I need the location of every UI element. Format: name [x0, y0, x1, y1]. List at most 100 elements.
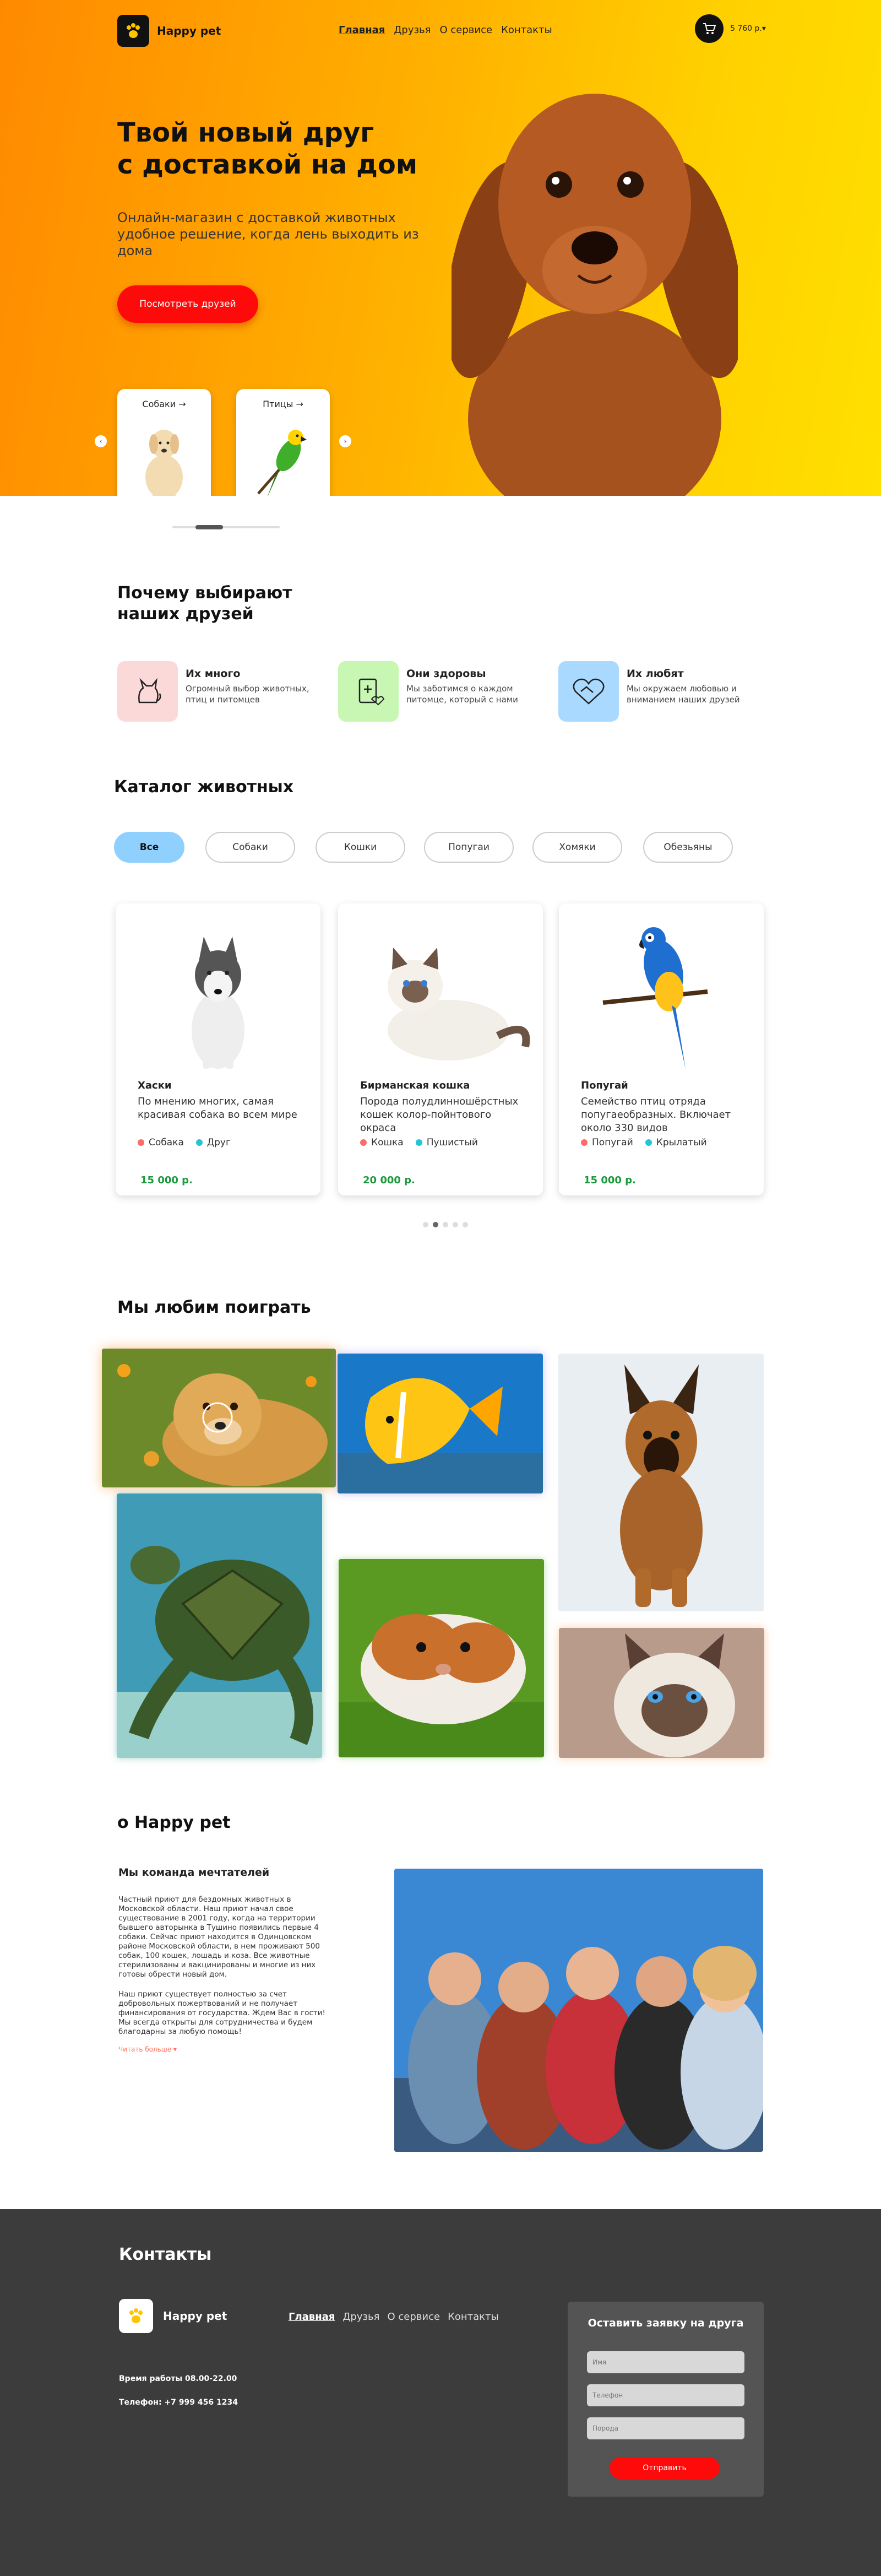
page-dot[interactable]	[453, 1222, 458, 1227]
about-paragraph-1: Частный приют для бездомных животных в М…	[118, 1895, 320, 1979]
carousel-scrollbar-thumb[interactable]	[195, 525, 223, 529]
footer-nav-about[interactable]: О сервисе	[388, 2311, 440, 2323]
feature-title: Их много	[186, 668, 241, 680]
footer-logo[interactable]: Happy pet	[119, 2299, 227, 2333]
request-form: Оставить заявку на друга Отправить	[568, 2302, 764, 2497]
about-subtitle: Мы команда мечтателей	[118, 1866, 270, 1879]
feature-title: Их любят	[627, 668, 684, 680]
filter-dogs[interactable]: Собаки	[205, 832, 295, 863]
header-logo[interactable]: Happy pet	[117, 15, 221, 47]
tag: Попугай	[581, 1137, 633, 1148]
phone-input[interactable]	[587, 2384, 744, 2406]
filter-all[interactable]: Все	[114, 832, 184, 863]
cart-icon	[703, 23, 716, 34]
gallery-tile-cat[interactable]	[559, 1628, 764, 1758]
dog-icon	[145, 430, 183, 496]
form-title: Оставить заявку на друга	[588, 2317, 744, 2329]
why-title-line1: Почему выбирают	[117, 583, 292, 603]
product-tags: Собака Друг	[138, 1137, 231, 1148]
team-image	[394, 1869, 763, 2152]
footer-logo-text: Happy pet	[163, 2309, 227, 2323]
product-desc: Порода полудлинношёрстных кошек колор-по…	[360, 1096, 519, 1134]
page-dot[interactable]	[423, 1222, 428, 1227]
gallery-tile-guinea-pig[interactable]	[339, 1559, 544, 1757]
team-photo	[394, 1869, 763, 2152]
breed-input[interactable]	[587, 2417, 744, 2439]
why-title: Почему выбирают наших друзей	[117, 583, 292, 625]
category-card-dogs[interactable]: Собаки →	[117, 389, 211, 496]
see-friends-button[interactable]: Посмотреть друзей	[117, 285, 258, 323]
product-tags: Попугай Крылатый	[581, 1137, 707, 1148]
nav-link-about[interactable]: О сервисе	[440, 24, 493, 36]
carousel-scrollbar[interactable]	[172, 526, 280, 528]
working-hours: Время работы 08.00-22.00	[119, 2374, 237, 2383]
page-dot[interactable]	[463, 1222, 468, 1227]
product-name: Хаски	[138, 1080, 172, 1091]
feature-desc: Огромный выбор животных, птиц и питомцев	[186, 684, 309, 705]
paw-icon	[117, 15, 149, 47]
nav-link-home[interactable]: Главная	[339, 24, 385, 36]
gallery-tile-shepherd[interactable]	[558, 1354, 764, 1611]
logo-text: Happy pet	[157, 24, 221, 37]
birman-cat-image	[388, 948, 530, 1060]
filter-cats[interactable]: Кошки	[316, 832, 405, 863]
feature-desc: Мы заботимся о каждом питомце, который с…	[406, 684, 518, 705]
tag: Кошка	[360, 1137, 404, 1148]
product-card-birman[interactable]: Бирманская кошка Порода полудлинношёрстн…	[338, 903, 543, 1195]
hero-title-line2: с доставкой на дом	[117, 149, 418, 180]
product-price: 15 000 р.	[140, 1175, 193, 1186]
hero-subtitle: Онлайн-магазин с доставкой животных удоб…	[117, 210, 419, 258]
product-desc: По мнению многих, самая красивая собака …	[138, 1096, 297, 1121]
hero-title: Твой новый друг с доставкой на дом	[117, 117, 459, 181]
golden-retriever-image	[102, 1349, 336, 1487]
parrot-image	[602, 927, 708, 1069]
nav-link-contacts[interactable]: Контакты	[501, 24, 552, 36]
hero-title-line1: Твой новый друг	[117, 117, 374, 148]
read-more-link[interactable]: Читать больше ▾	[118, 2045, 177, 2053]
feature-healthy: Они здоровы Мы заботимся о каждом питомц…	[338, 661, 550, 722]
filter-monkeys[interactable]: Обезьяны	[643, 832, 733, 863]
hero-section: Happy pet Главная Друзья О сервисе Конта…	[0, 0, 881, 496]
product-tags: Кошка Пушистый	[360, 1137, 478, 1148]
product-price: 20 000 р.	[363, 1175, 415, 1186]
footer-nav-friends[interactable]: Друзья	[342, 2311, 379, 2323]
carousel-next-button[interactable]: ›	[339, 435, 351, 447]
catalog-pagination	[423, 1222, 468, 1227]
cart-button[interactable]	[695, 14, 724, 43]
page-dot[interactable]	[443, 1222, 448, 1227]
about-paragraph-2: Наш приют существует полностью за счет д…	[118, 1990, 325, 2036]
footer-nav-home[interactable]: Главная	[289, 2311, 335, 2323]
phone-number[interactable]: Телефон: +7 999 456 1234	[119, 2398, 238, 2407]
paw-icon	[119, 2299, 153, 2333]
butterflyfish-image	[338, 1354, 543, 1493]
tag: Собака	[138, 1137, 184, 1148]
hero-dog-image	[445, 61, 744, 496]
gallery-tile-fish[interactable]	[338, 1354, 543, 1493]
handshake-icon	[558, 661, 619, 722]
feature-title: Они здоровы	[406, 668, 486, 680]
tag: Крылатый	[645, 1137, 707, 1148]
husky-image	[192, 937, 244, 1069]
footer-nav-contacts[interactable]: Контакты	[448, 2311, 499, 2323]
product-card-husky[interactable]: Хаски По мнению многих, самая красивая с…	[116, 903, 320, 1195]
name-input[interactable]	[587, 2351, 744, 2373]
main-nav: Главная Друзья О сервисе Контакты	[339, 24, 552, 36]
cart-sum[interactable]: 5 760 р.▾	[730, 24, 766, 33]
page-dot-active[interactable]	[433, 1222, 438, 1227]
about-title: о Happy pet	[117, 1813, 231, 1832]
feature-loved: Их любят Мы окружаем любовью и вниманием…	[558, 661, 770, 722]
filter-parrots[interactable]: Попугаи	[424, 832, 514, 863]
cat-icon	[117, 661, 178, 722]
health-icon	[338, 661, 399, 722]
bird-icon	[257, 430, 307, 496]
gallery-tile-retriever[interactable]	[102, 1349, 336, 1487]
product-name: Бирманская кошка	[360, 1080, 470, 1091]
gallery-tile-turtle[interactable]	[117, 1493, 322, 1758]
product-card-parrot[interactable]: Попугай Семейство птиц отряда попугаеобр…	[559, 903, 764, 1195]
category-card-birds[interactable]: Птицы →	[236, 389, 330, 496]
product-desc: Семейство птиц отряда попугаеобразных. В…	[581, 1096, 731, 1134]
filter-hamsters[interactable]: Хомяки	[532, 832, 622, 863]
submit-button[interactable]: Отправить	[610, 2457, 720, 2479]
nav-link-friends[interactable]: Друзья	[394, 24, 431, 36]
carousel-prev-button[interactable]: ‹	[95, 435, 107, 447]
